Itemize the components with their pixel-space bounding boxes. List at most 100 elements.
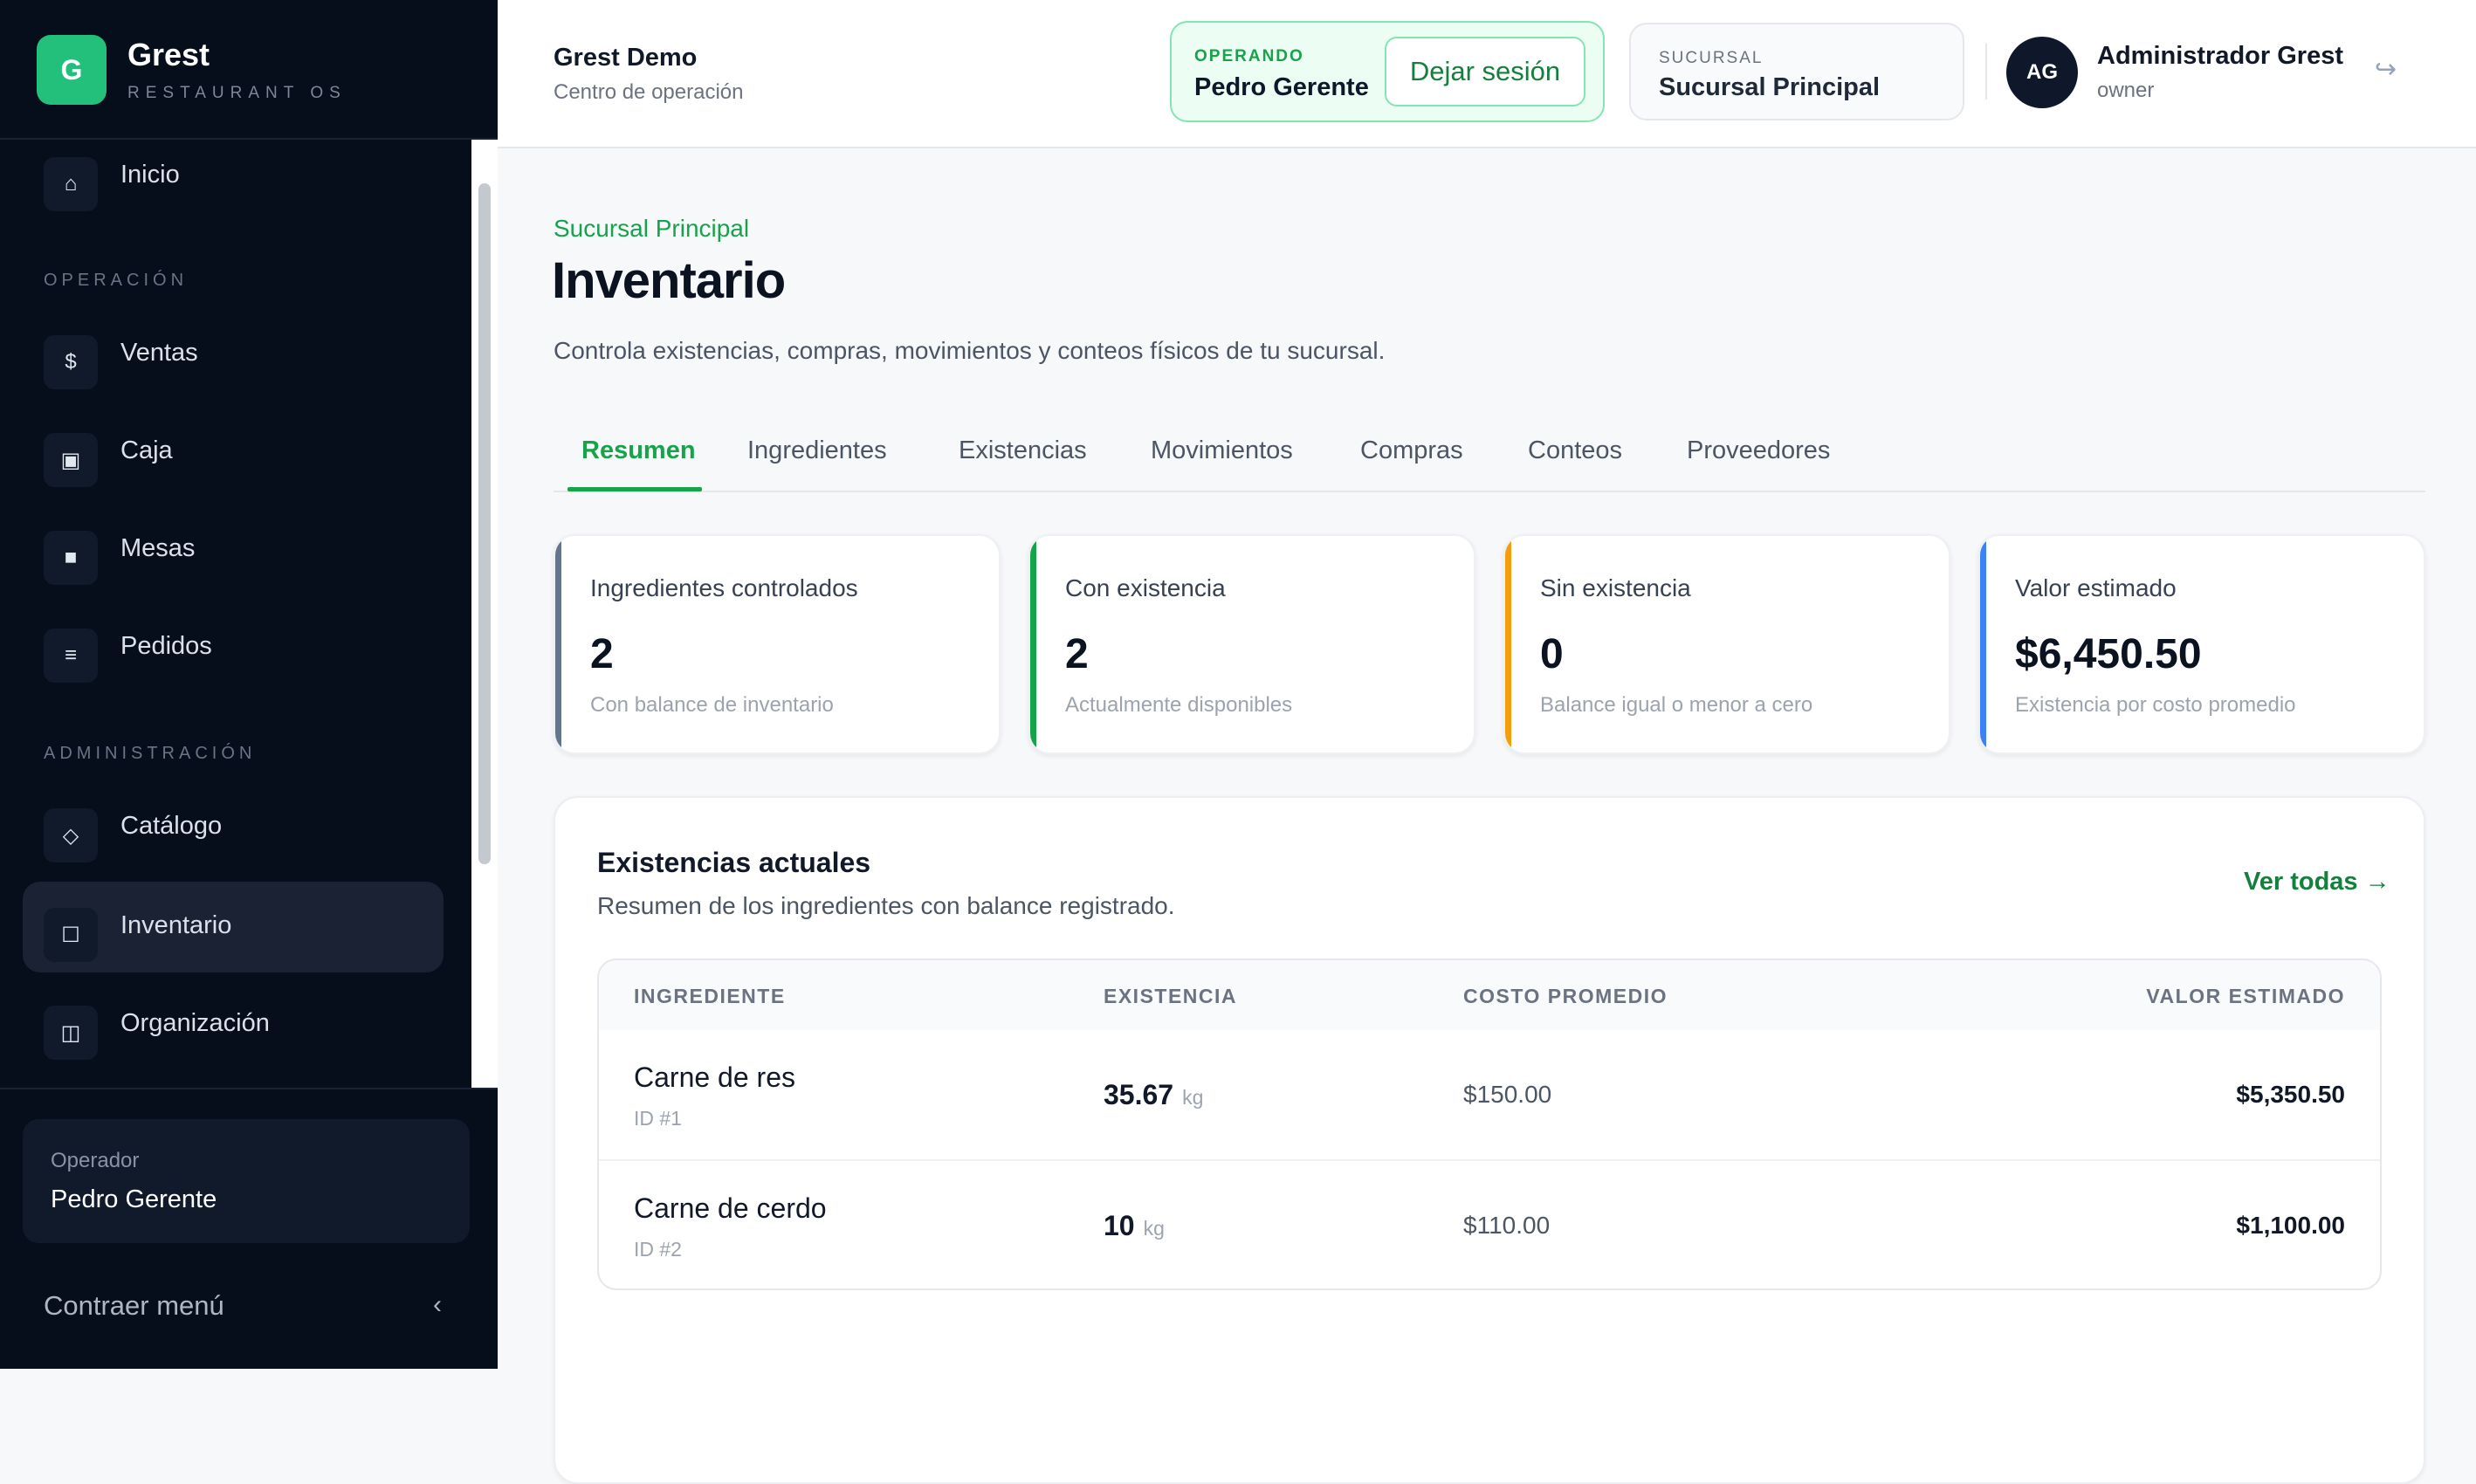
estimated-value: $1,100.00 xyxy=(2236,1212,2345,1239)
ingredient-name: Carne de res xyxy=(634,1061,795,1093)
section-administracion: ADMINISTRACIÓN xyxy=(44,744,257,763)
stat-accent xyxy=(555,536,561,752)
table-row[interactable]: Carne de cerdo ID #2 10 kg $110.00 $1,100… xyxy=(599,1161,2380,1288)
stock-quantity: 35.67 kg xyxy=(1104,1079,1203,1111)
stat-label: Sin existencia xyxy=(1540,574,1691,601)
quantity-value: 10 xyxy=(1104,1210,1135,1241)
sidebar-item-caja[interactable]: ▣ Caja xyxy=(23,407,444,498)
breadcrumb[interactable]: Sucursal Principal xyxy=(554,215,749,243)
stat-card-valor-estimado: Valor estimado $6,450.50 Existencia por … xyxy=(1978,534,2425,754)
stat-note: Balance igual o menor a cero xyxy=(1540,693,1813,717)
sidebar-item-label: Pedidos xyxy=(120,632,212,660)
sidebar-item-label: Organización xyxy=(120,1009,270,1037)
sidebar-item-label: Ventas xyxy=(120,339,198,367)
section-operacion: OPERACIÓN xyxy=(44,271,189,290)
sidebar-item-label: Catálogo xyxy=(120,812,223,840)
column-header: INGREDIENTE xyxy=(634,985,786,1007)
home-icon: ⌂ xyxy=(44,157,98,211)
stat-accent xyxy=(1505,536,1511,752)
page-description: Controla existencias, compras, movimient… xyxy=(554,337,1386,364)
sidebar-scrollbar[interactable] xyxy=(471,140,498,1088)
operating-caption: OPERANDO xyxy=(1194,47,1304,65)
stat-label: Valor estimado xyxy=(2015,574,2177,601)
sidebar-item-inventario[interactable]: ☐ Inventario xyxy=(23,882,444,972)
scroll-thumb[interactable] xyxy=(478,183,491,864)
ingredient-id: ID #2 xyxy=(634,1238,682,1261)
operating-session: OPERANDO Pedro Gerente Dejar sesión xyxy=(1170,21,1605,122)
stat-note: Existencia por costo promedio xyxy=(2015,693,2296,717)
tabs-divider xyxy=(554,491,2425,492)
sidebar-item-label: Mesas xyxy=(120,534,196,562)
user-name: Administrador Grest xyxy=(2097,42,2343,70)
quantity-value: 35.67 xyxy=(1104,1079,1174,1110)
avatar[interactable]: AG xyxy=(2006,37,2078,108)
box-icon: ☐ xyxy=(44,908,98,962)
collapse-menu-button[interactable]: Contraer menú xyxy=(44,1290,224,1322)
stat-accent xyxy=(1980,536,1986,752)
diamond-icon: ◇ xyxy=(44,808,98,862)
sidebar-item-inicio[interactable]: ⌂ Inicio xyxy=(23,140,444,222)
stat-label: Con existencia xyxy=(1065,574,1226,601)
sidebar-item-ventas[interactable]: $ Ventas xyxy=(23,309,444,400)
sidebar-nav: ⌂ Inicio OPERACIÓN $ Ventas ▣ Caja ■ Mes… xyxy=(0,140,471,1088)
cash-register-icon: ▣ xyxy=(44,433,98,487)
tab-compras[interactable]: Compras xyxy=(1360,436,1463,465)
tab-proveedores[interactable]: Proveedores xyxy=(1687,436,1830,465)
active-tab-indicator xyxy=(567,487,702,491)
sidebar-item-pedidos[interactable]: ≡ Pedidos xyxy=(23,602,444,693)
ingredient-name: Carne de cerdo xyxy=(634,1192,827,1224)
branch-selector[interactable]: SUCURSAL Sucursal Principal xyxy=(1629,23,1964,120)
average-cost: $110.00 xyxy=(1463,1212,1551,1239)
dollar-icon: $ xyxy=(44,335,98,389)
stat-card-ingredientes-controlados: Ingredientes controlados 2 Con balance d… xyxy=(554,534,1001,754)
sidebar-item-label: Inicio xyxy=(120,161,180,189)
branch-name: Sucursal Principal xyxy=(1659,73,1881,101)
stat-value: $6,450.50 xyxy=(2015,631,2202,677)
leave-session-button[interactable]: Dejar sesión xyxy=(1385,37,1585,106)
tab-movimientos[interactable]: Movimientos xyxy=(1151,436,1293,465)
operator-card: Operador Pedro Gerente xyxy=(23,1119,470,1243)
operator-name: Pedro Gerente xyxy=(51,1185,217,1213)
tab-resumen[interactable]: Resumen xyxy=(581,436,696,465)
org-title: Grest Demo xyxy=(554,44,698,72)
table-header: INGREDIENTE EXISTENCIA COSTO PROMEDIO VA… xyxy=(599,960,2380,1030)
column-header: EXISTENCIA xyxy=(1104,985,1238,1007)
sidebar-item-organizacion[interactable]: ◫ Organización xyxy=(23,979,444,1070)
sidebar-item-label: Caja xyxy=(120,436,173,464)
tab-existencias[interactable]: Existencias xyxy=(959,436,1087,465)
top-header: Grest Demo Centro de operación OPERANDO … xyxy=(498,0,2476,148)
brand: G Grest RESTAURANT OS xyxy=(0,0,498,140)
panel-title: Existencias actuales xyxy=(597,847,871,878)
logout-icon[interactable]: ↪ xyxy=(2375,54,2397,85)
building-icon: ◫ xyxy=(44,1006,98,1060)
sidebar-item-mesas[interactable]: ■ Mesas xyxy=(23,505,444,595)
stat-note: Con balance de inventario xyxy=(590,693,834,717)
column-header: COSTO PROMEDIO xyxy=(1463,985,1668,1007)
average-cost: $150.00 xyxy=(1463,1081,1552,1108)
panel-subtitle: Resumen de los ingredientes con balance … xyxy=(597,892,1175,919)
sidebar-item-catalogo[interactable]: ◇ Catálogo xyxy=(23,782,444,873)
stock-table: INGREDIENTE EXISTENCIA COSTO PROMEDIO VA… xyxy=(597,958,2382,1290)
operating-name: Pedro Gerente xyxy=(1194,73,1369,101)
table-row[interactable]: Carne de res ID #1 35.67 kg $150.00 $5,35… xyxy=(599,1030,2380,1159)
tab-conteos[interactable]: Conteos xyxy=(1528,436,1622,465)
stat-card-con-existencia: Con existencia 2 Actualmente disponibles xyxy=(1028,534,1475,754)
stat-accent xyxy=(1030,536,1036,752)
page-title: Inventario xyxy=(552,252,786,309)
stat-note: Actualmente disponibles xyxy=(1065,693,1293,717)
sidebar-footer: Operador Pedro Gerente Contraer menú ‹ xyxy=(0,1088,498,1371)
table-icon: ■ xyxy=(44,531,98,585)
sidebar: G Grest RESTAURANT OS ⌂ Inicio OPERACIÓN… xyxy=(0,0,498,1369)
stat-label: Ingredientes controlados xyxy=(590,574,858,601)
tab-ingredientes[interactable]: Ingredientes xyxy=(747,436,887,465)
list-icon: ≡ xyxy=(44,629,98,683)
stock-panel: Existencias actuales Resumen de los ingr… xyxy=(554,796,2425,1484)
brand-logo: G xyxy=(37,35,107,105)
org-subtitle: Centro de operación xyxy=(554,80,744,104)
chevron-left-icon[interactable]: ‹ xyxy=(433,1290,442,1320)
view-all-link[interactable]: Ver todas → xyxy=(2244,868,2390,897)
sidebar-item-label: Inventario xyxy=(120,911,232,939)
operator-caption: Operador xyxy=(51,1149,140,1172)
branch-caption: SUCURSAL xyxy=(1659,49,1764,67)
user-role: owner xyxy=(2097,79,2155,102)
